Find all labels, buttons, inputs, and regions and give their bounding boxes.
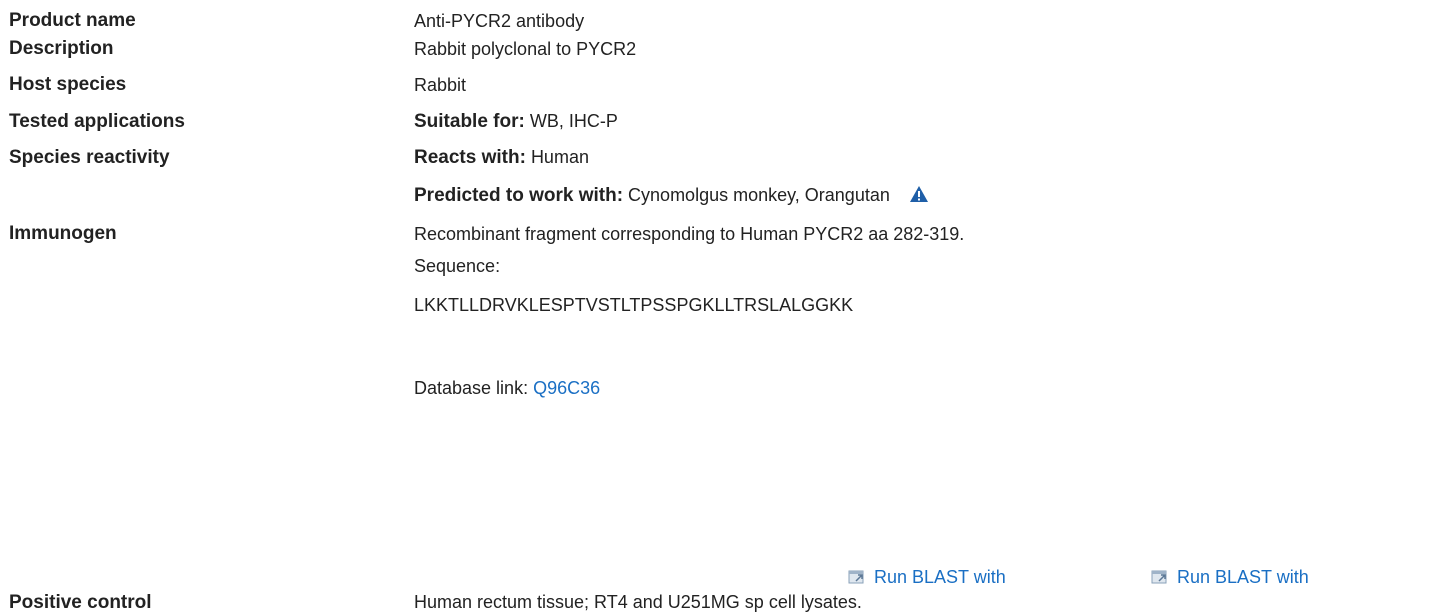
database-link-row: Database link: Q96C36 bbox=[414, 378, 600, 399]
predicted-text: Cynomolgus monkey, Orangutan bbox=[628, 185, 890, 205]
external-link-icon bbox=[1151, 570, 1167, 584]
database-link-prefix: Database link: bbox=[414, 378, 529, 398]
run-blast-label-1: Run BLAST with bbox=[874, 567, 1006, 587]
run-blast-label-2: Run BLAST with bbox=[1177, 567, 1309, 587]
reacts-with-prefix: Reacts with: bbox=[414, 147, 526, 168]
suitable-for-prefix: Suitable for: bbox=[414, 111, 525, 132]
reacts-with-value: Reacts with: Human bbox=[414, 147, 589, 169]
external-link-icon bbox=[848, 570, 864, 584]
immunogen-description: Recombinant fragment corresponding to Hu… bbox=[414, 224, 965, 244]
description-value: Rabbit polyclonal to PYCR2 bbox=[414, 39, 637, 59]
host-species-value: Rabbit bbox=[414, 75, 467, 95]
database-link-q96c36[interactable]: Q96C36 bbox=[533, 378, 600, 398]
suitable-for-text: WB, IHC-P bbox=[529, 111, 618, 131]
sequence-value: LKKTLLDRVKLESPTVSTLTPSSPGKLLTRSLALGGKK bbox=[414, 295, 854, 315]
host-species-label: Host species bbox=[9, 74, 127, 95]
predicted-prefix: Predicted to work with: bbox=[414, 185, 624, 206]
run-blast-button-1[interactable]: Run BLAST with bbox=[848, 567, 1006, 588]
warning-triangle-icon[interactable] bbox=[909, 185, 929, 208]
product-name-value: Anti-PYCR2 antibody bbox=[414, 11, 585, 31]
tested-applications-label: Tested applications bbox=[9, 111, 185, 132]
product-name-label: Product name bbox=[9, 10, 136, 31]
sequence-label: Sequence: bbox=[414, 256, 501, 276]
run-blast-button-2[interactable]: Run BLAST with bbox=[1151, 567, 1309, 588]
description-label: Description bbox=[9, 38, 114, 59]
immunogen-label: Immunogen bbox=[9, 223, 117, 244]
species-reactivity-label: Species reactivity bbox=[9, 147, 170, 168]
positive-control-value: Human rectum tissue; RT4 and U251MG sp c… bbox=[414, 592, 862, 612]
reacts-with-text: Human bbox=[530, 147, 589, 167]
predicted-to-work-value: Predicted to work with: Cynomolgus monke… bbox=[414, 185, 929, 208]
tested-applications-value: Suitable for: WB, IHC-P bbox=[414, 111, 618, 133]
positive-control-label: Positive control bbox=[9, 592, 152, 613]
